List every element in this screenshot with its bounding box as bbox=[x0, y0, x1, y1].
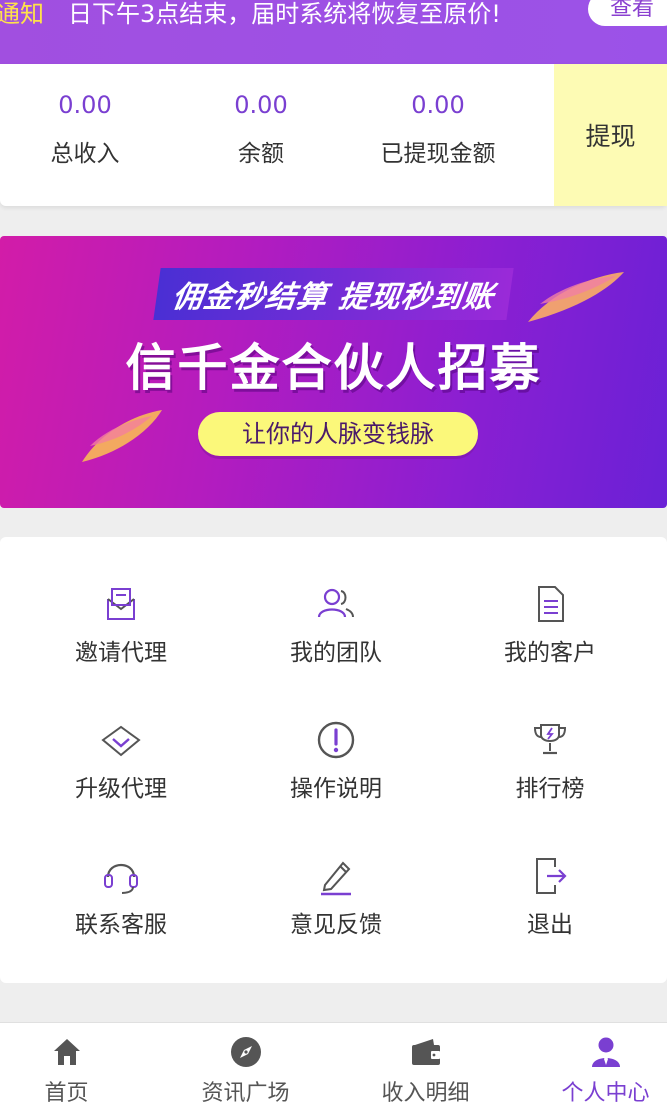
stat-withdrawn: 0.00 已提现金额 bbox=[353, 88, 523, 168]
invite-envelope-icon bbox=[107, 588, 135, 620]
stat-label: 已提现金额 bbox=[380, 141, 496, 167]
notice-tag: 通知 bbox=[0, 0, 44, 28]
menu-label: 排行榜 bbox=[515, 776, 585, 802]
menu-label: 邀请代理 bbox=[75, 640, 167, 666]
menu-label: 操作说明 bbox=[290, 776, 382, 802]
menu-item-my-team[interactable]: 我的团队 bbox=[236, 583, 436, 693]
tab-personal-center[interactable]: 个人中心 bbox=[522, 1023, 667, 1116]
menu-label: 我的团队 bbox=[290, 640, 382, 666]
trophy-icon bbox=[533, 724, 567, 755]
promo-banner[interactable]: 佣金秒结算 提现秒到账 信千金合伙人招募 让你的人脉变钱脉 bbox=[0, 236, 667, 508]
menu-item-upgrade-agent[interactable]: 升级代理 bbox=[21, 719, 221, 829]
tab-label: 个人中心 bbox=[561, 1081, 650, 1106]
notice-view-button[interactable]: 查看 bbox=[588, 0, 667, 26]
wallet-icon bbox=[411, 1039, 440, 1065]
notice-text: 日下午3点结束，届时系统将恢复至原价! bbox=[68, 0, 501, 28]
menu-label: 我的客户 bbox=[504, 640, 596, 666]
tab-label: 首页 bbox=[44, 1081, 89, 1106]
menu-item-customer-service[interactable]: 联系客服 bbox=[21, 855, 221, 965]
withdraw-button[interactable]: 提现 bbox=[554, 64, 667, 206]
tab-news[interactable]: 资讯广场 bbox=[162, 1023, 329, 1116]
banner-title: 信千金合伙人招募 bbox=[125, 339, 542, 397]
banner-slogan: 让你的人脉变钱脉 bbox=[198, 412, 478, 456]
tab-label: 收入明细 bbox=[381, 1081, 470, 1106]
notice-bar: 通知 日下午3点结束，届时系统将恢复至原价! 查看 bbox=[0, 0, 667, 64]
logout-icon bbox=[536, 858, 567, 894]
diamond-chevron-icon bbox=[101, 725, 141, 757]
info-exclamation-icon bbox=[317, 721, 355, 759]
banner-subtitle: 佣金秒结算 提现秒到账 bbox=[0, 268, 667, 320]
stat-total-income: 0.00 总收入 bbox=[0, 88, 170, 168]
compass-icon bbox=[230, 1037, 261, 1067]
home-icon bbox=[53, 1039, 80, 1065]
menu-item-feedback[interactable]: 意见反馈 bbox=[236, 855, 436, 965]
stat-label: 总收入 bbox=[50, 141, 120, 167]
menu-item-invite-agent[interactable]: 邀请代理 bbox=[21, 583, 221, 693]
stat-value: 0.00 bbox=[58, 91, 112, 119]
menu-item-my-clients[interactable]: 我的客户 bbox=[450, 583, 650, 693]
team-users-icon bbox=[317, 588, 354, 618]
menu-item-leaderboard[interactable]: 排行榜 bbox=[450, 719, 650, 829]
tab-income-details[interactable]: 收入明细 bbox=[342, 1023, 509, 1116]
headset-icon bbox=[104, 863, 138, 894]
bottom-tab-bar: 首页 资讯广场 收入明细 个人中心 bbox=[0, 1022, 667, 1116]
user-icon bbox=[591, 1037, 620, 1067]
tab-label: 资讯广场 bbox=[201, 1081, 290, 1106]
stat-value: 0.00 bbox=[234, 91, 288, 119]
menu-label: 意见反馈 bbox=[290, 912, 382, 938]
document-icon bbox=[538, 586, 564, 622]
pencil-icon bbox=[321, 861, 351, 896]
stat-label: 余额 bbox=[238, 141, 284, 167]
stat-value: 0.00 bbox=[411, 91, 465, 119]
stat-balance: 0.00 余额 bbox=[176, 88, 346, 168]
banner-subtitle-text: 佣金秒结算 提现秒到账 bbox=[153, 268, 514, 320]
menu-label: 升级代理 bbox=[75, 776, 167, 802]
menu-grid: 邀请代理 我的团队 我的客户 升级代理 操作说明 排行榜 联系客服 意见反馈 退… bbox=[0, 537, 667, 983]
menu-label: 联系客服 bbox=[75, 912, 167, 938]
swoosh-decoration-icon bbox=[82, 410, 162, 462]
tab-home[interactable]: 首页 bbox=[0, 1023, 150, 1116]
menu-label: 退出 bbox=[527, 912, 573, 938]
menu-item-instructions[interactable]: 操作说明 bbox=[236, 719, 436, 829]
stats-card: 0.00 总收入 0.00 余额 0.00 已提现金额 提现 bbox=[0, 64, 667, 206]
menu-item-logout[interactable]: 退出 bbox=[450, 855, 650, 965]
